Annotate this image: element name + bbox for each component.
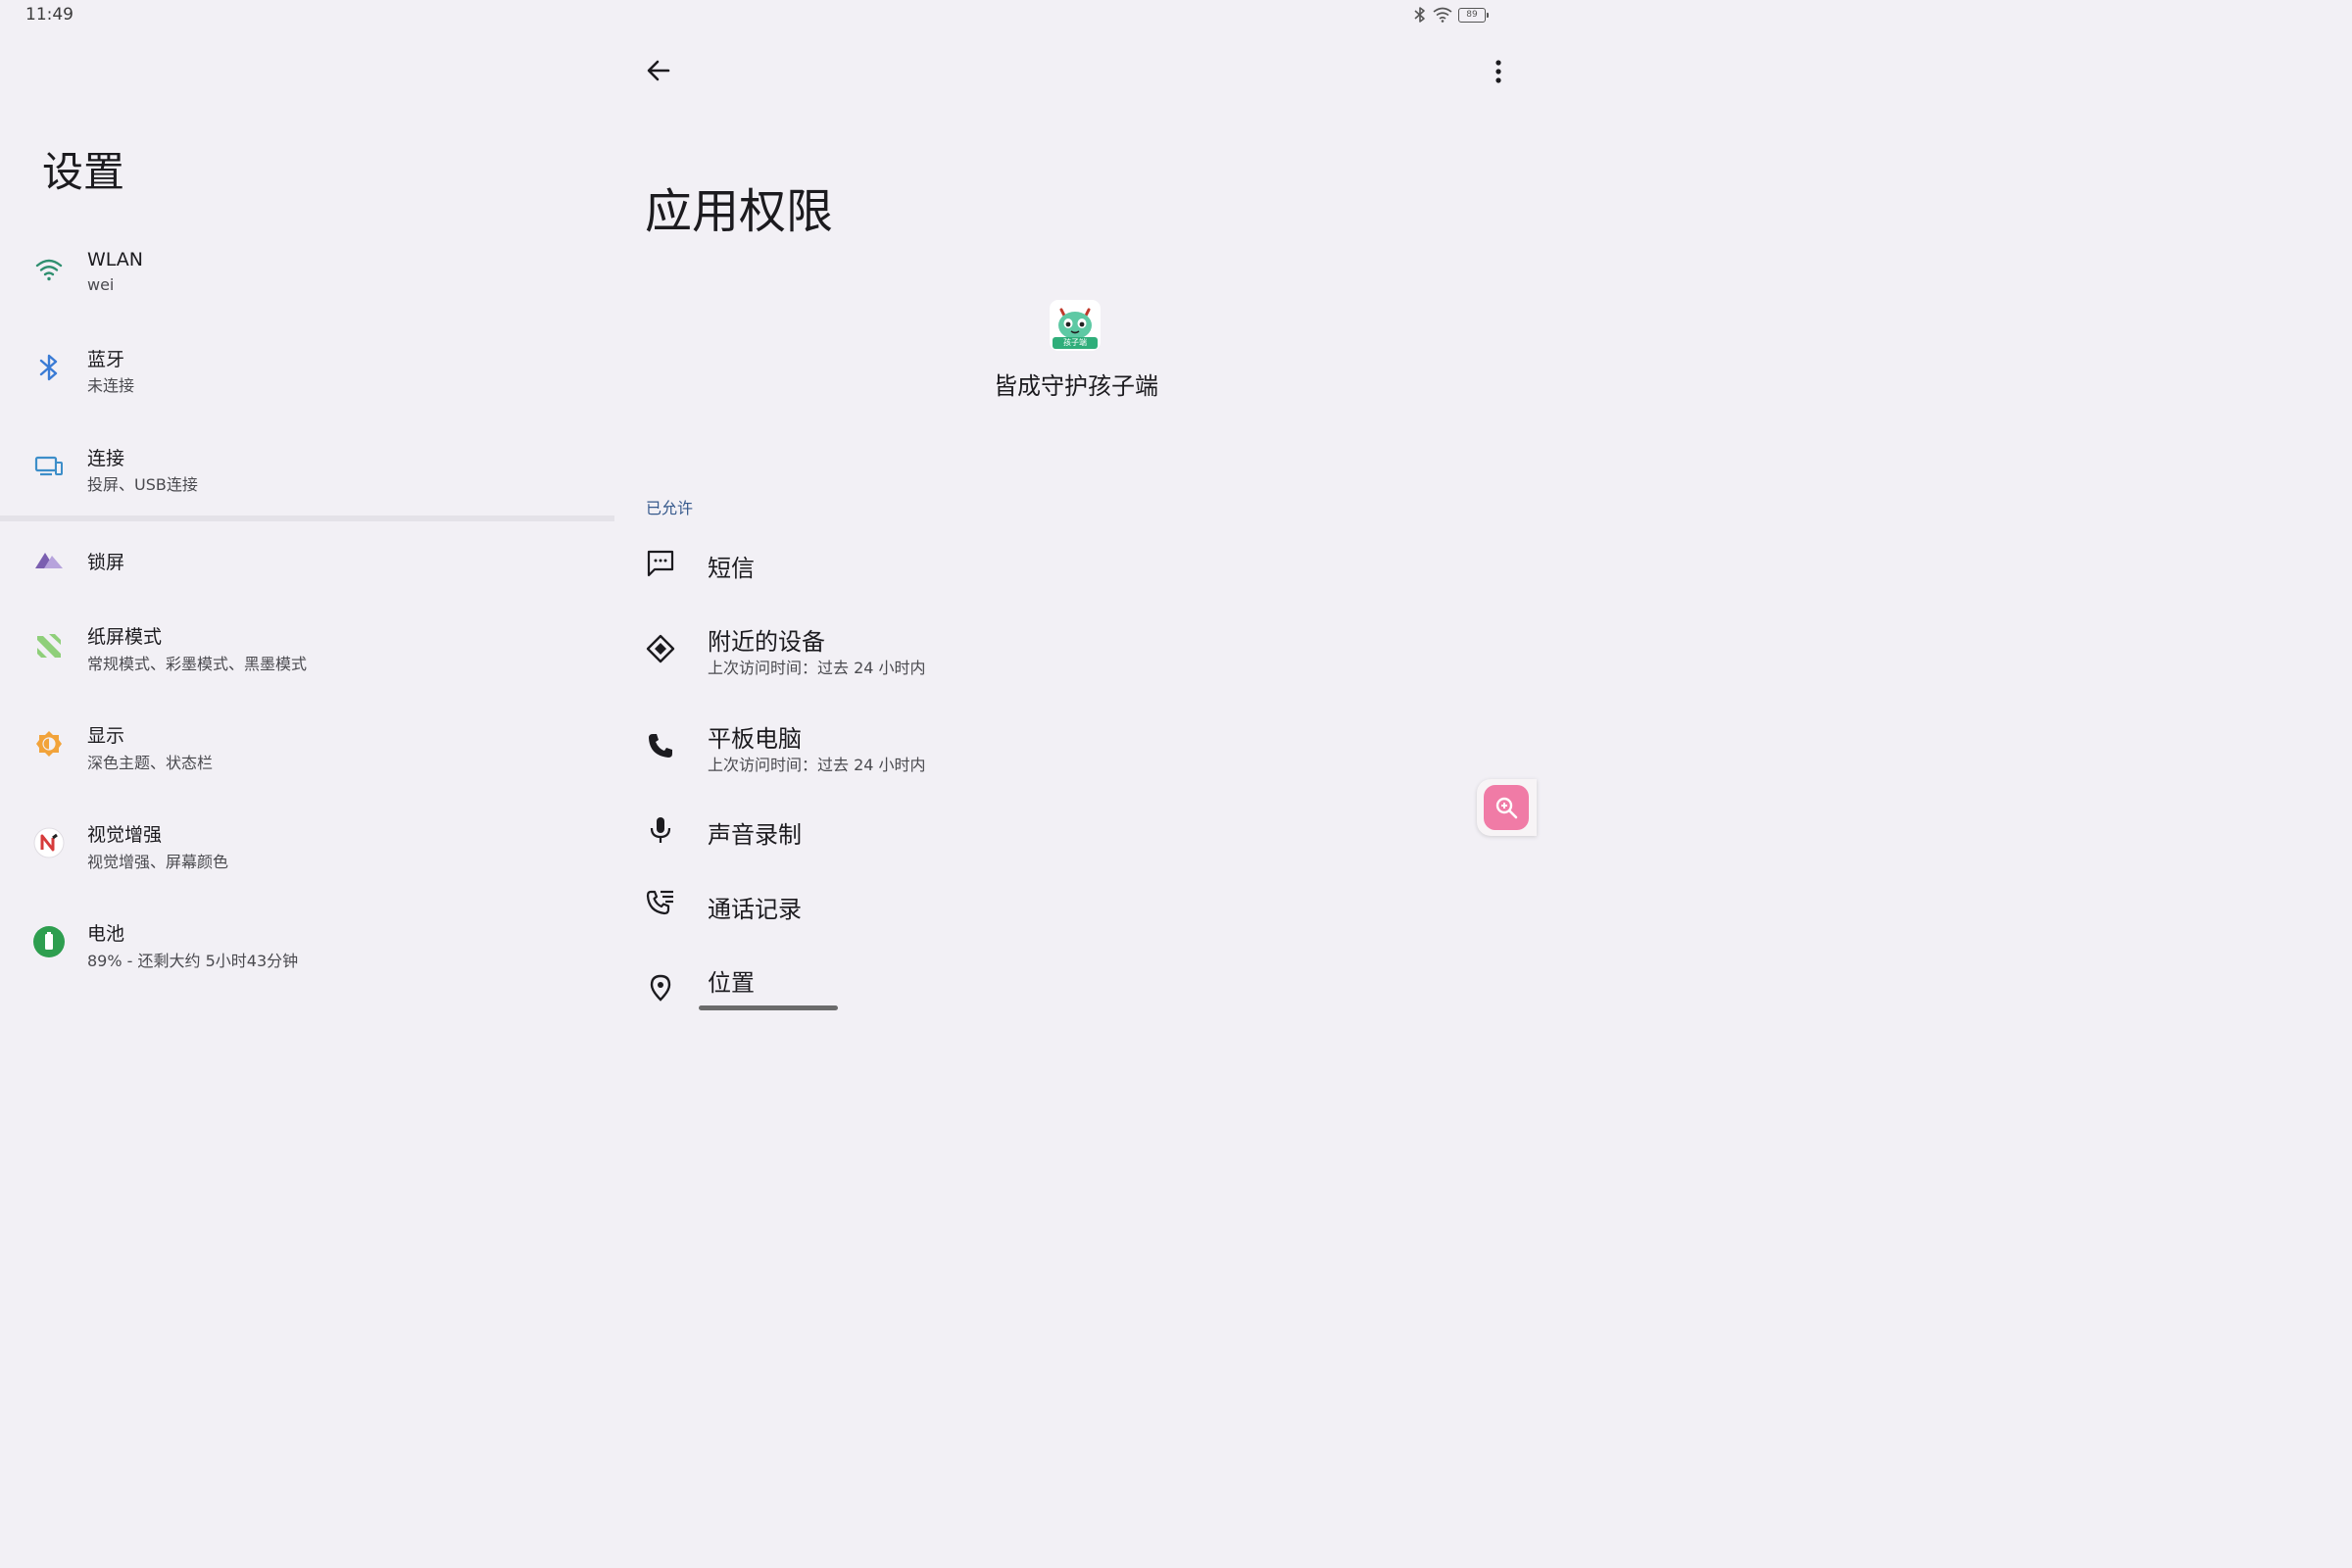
section-header-allowed: 已允许 (646, 499, 694, 517)
more-vert-icon (1495, 60, 1501, 83)
permission-title: 位置 (708, 969, 755, 997)
page-title: 应用权限 (645, 184, 834, 239)
call-log-icon (643, 886, 678, 921)
lockscreen-icon (32, 543, 66, 576)
nearby-devices-icon (643, 631, 678, 666)
microphone-icon (643, 812, 678, 848)
settings-item-title: 锁屏 (87, 552, 125, 573)
settings-item-title: 视觉增强 (87, 824, 163, 846)
settings-item-subtitle: 投屏、USB连接 (87, 475, 198, 494)
display-brightness-icon (32, 727, 66, 760)
settings-item-lockscreen[interactable]: 锁屏 (0, 527, 614, 615)
status-icons: 89 (1413, 6, 1489, 24)
permission-item-location[interactable]: 位置 (627, 947, 1470, 1005)
status-time: 11:49 (25, 5, 74, 24)
settings-item-paper-mode[interactable]: 纸屏模式 常规模式、彩墨模式、黑墨模式 (0, 612, 614, 701)
permission-title: 短信 (708, 555, 755, 582)
permission-title: 声音录制 (708, 821, 802, 849)
devices-icon (32, 450, 66, 483)
bluetooth-icon (32, 351, 66, 384)
permission-item-call-log[interactable]: 通话记录 (627, 870, 1470, 939)
battery-icon (32, 925, 66, 958)
settings-item-subtitle: 视觉增强、屏幕颜色 (87, 853, 229, 871)
permission-title: 附近的设备 (708, 628, 825, 656)
gesture-home-bar[interactable] (699, 1005, 838, 1010)
settings-item-subtitle: 89% - 还剩大约 5小时43分钟 (87, 952, 299, 970)
permission-title: 通话记录 (708, 896, 802, 923)
settings-item-subtitle: 未连接 (87, 376, 135, 395)
section-divider (0, 515, 614, 521)
zoom-in-icon (1495, 797, 1518, 819)
bluetooth-status-icon (1414, 7, 1425, 23)
settings-item-battery[interactable]: 电池 89% - 还剩大约 5小时43分钟 (0, 909, 614, 998)
settings-item-title: 纸屏模式 (87, 626, 163, 648)
settings-item-wlan[interactable]: WLAN wei (0, 227, 614, 316)
permission-subtitle: 上次访问时间：过去 24 小时内 (708, 659, 926, 677)
settings-item-title: 电池 (87, 923, 125, 945)
phone-icon (643, 728, 678, 763)
back-button[interactable] (645, 57, 678, 86)
app-icon-label: 孩子端 (1063, 338, 1087, 347)
back-arrow-icon (647, 60, 670, 81)
permission-subtitle: 上次访问时间：过去 24 小时内 (708, 756, 926, 774)
wifi-status-icon (1433, 7, 1452, 23)
settings-item-subtitle: 常规模式、彩墨模式、黑墨模式 (87, 655, 308, 673)
settings-item-subtitle: wei (87, 275, 115, 294)
wifi-icon (32, 253, 66, 286)
settings-item-title: 蓝牙 (87, 349, 125, 370)
magnifier-button[interactable] (1484, 785, 1529, 830)
more-options-button[interactable] (1484, 57, 1513, 88)
settings-item-title: WLAN (87, 249, 144, 270)
permission-item-microphone[interactable]: 声音录制 (627, 796, 1470, 864)
app-name: 皆成守护孩子端 (994, 372, 1158, 400)
battery-status-icon: 89 (1458, 7, 1489, 23)
settings-title: 设置 (42, 148, 125, 196)
permission-title: 平板电脑 (708, 725, 802, 753)
permission-item-phone[interactable]: 平板电脑 上次访问时间：过去 24 小时内 (627, 710, 1470, 789)
settings-item-title: 显示 (87, 725, 125, 747)
settings-item-bluetooth[interactable]: 蓝牙 未连接 (0, 325, 614, 414)
settings-item-title: 连接 (87, 448, 125, 469)
sms-icon (643, 546, 678, 581)
settings-item-subtitle: 深色主题、状态栏 (87, 754, 214, 772)
settings-item-display[interactable]: 显示 深色主题、状态栏 (0, 711, 614, 800)
location-icon (643, 970, 678, 1005)
settings-item-visual-enhance[interactable]: 视觉增强 视觉增强、屏幕颜色 (0, 810, 614, 899)
app-icon: 孩子端 (1050, 300, 1101, 351)
floating-magnifier-tab[interactable] (1477, 779, 1537, 836)
visual-enhance-icon (32, 826, 66, 859)
settings-item-connection[interactable]: 连接 投屏、USB连接 (0, 424, 614, 513)
battery-level-text: 89 (1466, 9, 1478, 20)
permission-item-nearby-devices[interactable]: 附近的设备 上次访问时间：过去 24 小时内 (627, 613, 1470, 692)
paper-mode-icon (32, 628, 66, 662)
permission-item-sms[interactable]: 短信 (627, 529, 1470, 598)
